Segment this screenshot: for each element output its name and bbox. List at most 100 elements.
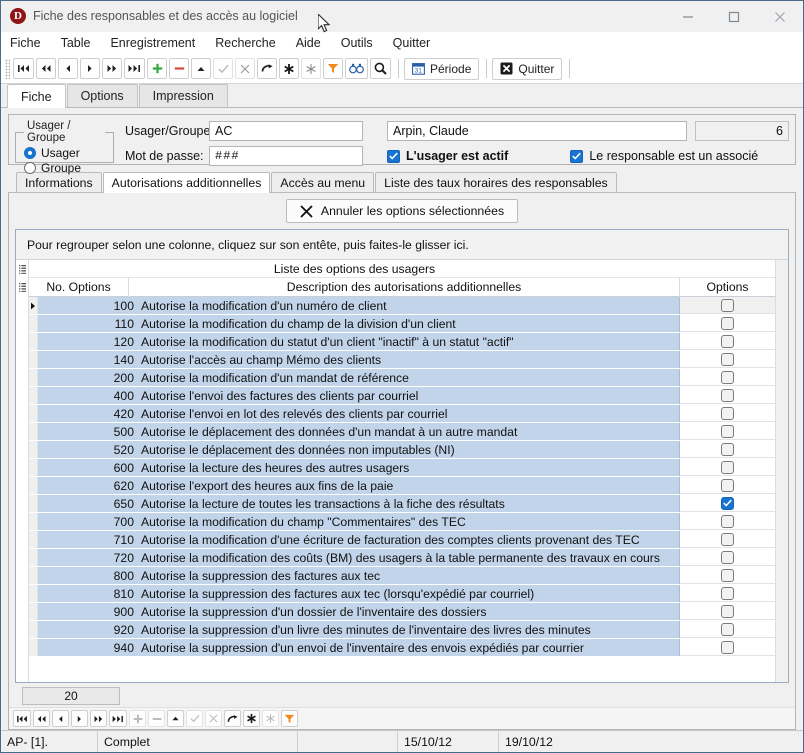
grid-asterisk-filled-button[interactable]: [243, 710, 260, 727]
cell-option-checkbox[interactable]: [680, 567, 775, 584]
table-row[interactable]: 500Autorise le déplacement des données d…: [29, 423, 775, 441]
cell-option-checkbox[interactable]: [680, 297, 775, 314]
cell-option-checkbox[interactable]: [680, 315, 775, 332]
checkbox-unchecked-icon[interactable]: [721, 461, 734, 474]
tab-autorisations-additionnelles[interactable]: Autorisations additionnelles: [103, 172, 271, 193]
tab-options[interactable]: Options: [67, 84, 138, 107]
magnifier-search-button[interactable]: [370, 58, 391, 79]
cell-option-checkbox[interactable]: [680, 549, 775, 566]
checkbox-unchecked-icon[interactable]: [721, 371, 734, 384]
checkbox-usager-actif-icon[interactable]: [387, 150, 400, 163]
checkbox-unchecked-icon[interactable]: [721, 569, 734, 582]
nom-responsable-input[interactable]: Arpin, Claude: [387, 121, 687, 141]
add-record-button[interactable]: [147, 58, 167, 79]
table-row[interactable]: 140Autorise l'accès au champ Mémo des cl…: [29, 351, 775, 369]
group-by-drop-panel[interactable]: Pour regrouper selon une colonne, clique…: [16, 230, 788, 260]
table-row[interactable]: 710Autorise la modification d'une écritu…: [29, 531, 775, 549]
checkbox-unchecked-icon[interactable]: [721, 587, 734, 600]
table-row[interactable]: 810Autorise la suppression des factures …: [29, 585, 775, 603]
menu-item-fiche[interactable]: Fiche: [10, 35, 50, 51]
quitter-button[interactable]: Quitter: [492, 58, 562, 80]
checkbox-unchecked-icon[interactable]: [721, 317, 734, 330]
grid-next-record-button[interactable]: [71, 710, 88, 727]
table-row[interactable]: 720Autorise la modification des coûts (B…: [29, 549, 775, 567]
radio-groupe-icon[interactable]: [24, 162, 36, 174]
table-row[interactable]: 800Autorise la suppression des factures …: [29, 567, 775, 585]
cell-option-checkbox[interactable]: [680, 351, 775, 368]
asterisk-filled-button[interactable]: [279, 58, 299, 79]
refresh-record-button[interactable]: [257, 58, 277, 79]
cell-option-checkbox[interactable]: [680, 621, 775, 638]
column-header-no-options[interactable]: No. Options: [29, 278, 129, 297]
tab-fiche[interactable]: Fiche: [7, 84, 66, 108]
table-row[interactable]: 700Autorise la modification du champ "Co…: [29, 513, 775, 531]
table-row[interactable]: 120Autorise la modification du statut d'…: [29, 333, 775, 351]
grid-confirm-record-button[interactable]: [186, 710, 203, 727]
grid-prev-page-button[interactable]: [33, 710, 50, 727]
checkbox-checked-icon[interactable]: [721, 497, 734, 510]
checkbox-unchecked-icon[interactable]: [721, 479, 734, 492]
grid-first-record-button[interactable]: [13, 710, 31, 727]
table-row[interactable]: 620Autorise l'export des heures aux fins…: [29, 477, 775, 495]
tab-impression[interactable]: Impression: [139, 84, 228, 107]
checkbox-unchecked-icon[interactable]: [721, 389, 734, 402]
checkbox-unchecked-icon[interactable]: [721, 353, 734, 366]
cell-option-checkbox[interactable]: [680, 495, 775, 512]
mot-de-passe-input[interactable]: ###: [209, 146, 363, 166]
table-row[interactable]: 400Autorise l'envoi des factures des cli…: [29, 387, 775, 405]
table-row[interactable]: 420Autorise l'envoi en lot des relevés d…: [29, 405, 775, 423]
table-row[interactable]: 200Autorise la modification d'un mandat …: [29, 369, 775, 387]
minimize-icon[interactable]: [665, 1, 711, 32]
grid-prev-record-button[interactable]: [52, 710, 69, 727]
cell-option-checkbox[interactable]: [680, 441, 775, 458]
grid-edit-record-button[interactable]: [167, 710, 184, 727]
grid-last-record-button[interactable]: [109, 710, 127, 727]
cell-option-checkbox[interactable]: [680, 423, 775, 440]
binoculars-search-button[interactable]: [345, 58, 368, 79]
table-row[interactable]: 920Autorise la suppression d'un livre de…: [29, 621, 775, 639]
edit-record-button[interactable]: [191, 58, 211, 79]
periode-button[interactable]: 31 Période: [404, 58, 479, 80]
table-row[interactable]: 650Autorise la lecture de toutes les tra…: [29, 495, 775, 513]
grid-asterisk-outline-button[interactable]: [262, 710, 279, 727]
tab-acces-au-menu[interactable]: Accès au menu: [271, 172, 374, 192]
toolbar-grip[interactable]: [5, 59, 10, 79]
checkbox-responsable-associe-icon[interactable]: [570, 150, 583, 163]
checkbox-unchecked-icon[interactable]: [721, 515, 734, 528]
delete-record-button[interactable]: [169, 58, 189, 79]
checkbox-unchecked-icon[interactable]: [721, 641, 734, 654]
grid-filter-button[interactable]: [281, 710, 298, 727]
rail-band-handle[interactable]: [16, 260, 28, 278]
menu-item-outils[interactable]: Outils: [341, 35, 382, 51]
cell-option-checkbox[interactable]: [680, 459, 775, 476]
table-row[interactable]: 940Autorise la suppression d'un envoi de…: [29, 639, 775, 657]
prev-page-button[interactable]: [36, 58, 56, 79]
confirm-record-button[interactable]: [213, 58, 233, 79]
cell-option-checkbox[interactable]: [680, 477, 775, 494]
menu-item-quitter[interactable]: Quitter: [393, 35, 440, 51]
tab-informations[interactable]: Informations: [16, 172, 102, 192]
checkbox-unchecked-icon[interactable]: [721, 335, 734, 348]
grid-refresh-record-button[interactable]: [224, 710, 241, 727]
checkbox-unchecked-icon[interactable]: [721, 605, 734, 618]
next-page-button[interactable]: [102, 58, 122, 79]
checkbox-unchecked-icon[interactable]: [721, 443, 734, 456]
maximize-icon[interactable]: [711, 1, 757, 32]
last-record-button[interactable]: [124, 58, 145, 79]
checkbox-unchecked-icon[interactable]: [721, 623, 734, 636]
table-row[interactable]: 520Autorise le déplacement des données n…: [29, 441, 775, 459]
cell-option-checkbox[interactable]: [680, 369, 775, 386]
grid-vertical-scrollbar[interactable]: [775, 260, 788, 682]
grid-delete-record-button[interactable]: [148, 710, 165, 727]
menu-item-table[interactable]: Table: [61, 35, 100, 51]
radio-usager-icon[interactable]: [24, 147, 36, 159]
cell-option-checkbox[interactable]: [680, 333, 775, 350]
cell-option-checkbox[interactable]: [680, 405, 775, 422]
table-row[interactable]: 110Autorise la modification du champ de …: [29, 315, 775, 333]
cell-option-checkbox[interactable]: [680, 603, 775, 620]
grid-cancel-record-button[interactable]: [205, 710, 222, 727]
menu-item-recherche[interactable]: Recherche: [215, 35, 284, 51]
prev-record-button[interactable]: [58, 58, 78, 79]
cancel-record-button[interactable]: [235, 58, 255, 79]
usager-groupe-input[interactable]: AC: [209, 121, 363, 141]
